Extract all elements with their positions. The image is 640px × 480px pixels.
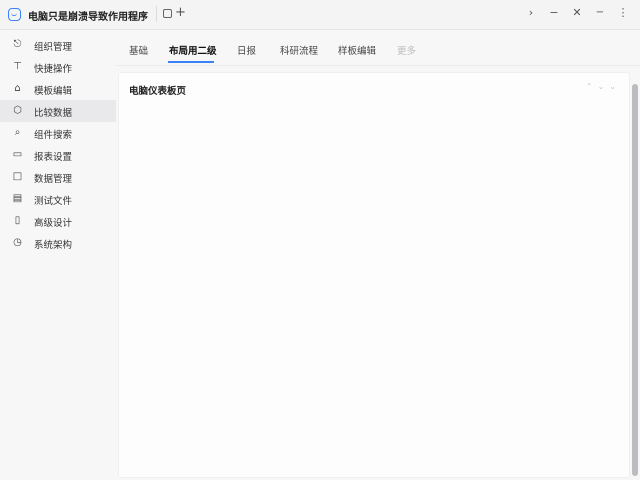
- active-tab-indicator: [168, 61, 214, 63]
- sidebar-item-8[interactable]: ▯ 高级设计: [0, 210, 116, 232]
- sidebar-item-label: 报表设置: [34, 152, 73, 163]
- sidebar-item-label: 快捷操作: [34, 64, 73, 75]
- clock-icon: ◷: [13, 237, 22, 248]
- sidebar-item-1[interactable]: ⊤ 快捷操作: [0, 56, 116, 78]
- minimize-button[interactable]: −: [592, 7, 608, 18]
- brain-icon: ⎋: [13, 39, 22, 50]
- panel-controls[interactable]: ⌃⌄⌄: [586, 82, 621, 91]
- close-icon[interactable]: ✕: [569, 6, 585, 19]
- pin-icon: ⊤: [13, 61, 22, 72]
- tab-1[interactable]: 布局用二级: [169, 43, 217, 57]
- scrollbar[interactable]: [632, 84, 638, 476]
- sidebar-item-label: 测试文件: [34, 196, 73, 207]
- cube-icon: ⬡: [13, 105, 22, 116]
- content-panel: 电脑仪表板页 ⌃⌄⌄: [118, 72, 630, 478]
- tab-3[interactable]: 科研流程: [280, 43, 318, 57]
- tab-5[interactable]: 更多: [397, 43, 416, 57]
- sidebar-item-0[interactable]: ⎋ 组织管理: [0, 34, 116, 56]
- new-tab-icon[interactable]: [163, 9, 172, 18]
- sidebar-item-label: 高级设计: [34, 218, 73, 229]
- sidebar-item-4[interactable]: ⌕ 组件搜索: [0, 122, 116, 144]
- sidebar-item-2[interactable]: ⌂ 模板编辑: [0, 78, 116, 100]
- panel-title: 电脑仪表板页: [129, 86, 187, 97]
- tab-4[interactable]: 样板编辑: [338, 43, 376, 57]
- image-icon: ▭: [12, 149, 23, 160]
- sidebar-item-5[interactable]: ▭ 报表设置: [0, 144, 116, 166]
- grad-cap-icon: ⌂: [14, 83, 21, 94]
- sidebar-item-label: 数据管理: [34, 174, 73, 185]
- more-options-icon[interactable]: ⋮: [615, 6, 631, 19]
- sidebar-item-3[interactable]: ⬡ 比较数据: [0, 100, 116, 122]
- sidebar-item-label: 组件搜索: [34, 130, 73, 141]
- tab-0[interactable]: 基础: [129, 43, 148, 57]
- minimize-icon[interactable]: −: [546, 6, 562, 19]
- sidebar: ⎋ 组织管理 ⊤ 快捷操作 ⌂ 模板编辑 ⬡ 比较数据 ⌕ 组件搜索 ▭ 报表设…: [0, 30, 116, 480]
- chevron-right-icon[interactable]: ›: [523, 6, 539, 19]
- title-bar: 电脑只是崩溃导致作用程序 + › − ✕ − ⋮: [0, 0, 640, 30]
- tablet-icon: ▯: [14, 215, 21, 226]
- file-icon: ▤: [12, 193, 23, 204]
- sidebar-item-label: 系统架构: [34, 240, 73, 251]
- sidebar-item-label: 比较数据: [34, 108, 73, 119]
- sidebar-item-9[interactable]: ◷ 系统架构: [0, 232, 116, 254]
- sidebar-item-7[interactable]: ▤ 测试文件: [0, 188, 116, 210]
- tab-divider: [156, 6, 157, 22]
- plus-icon[interactable]: +: [175, 5, 186, 20]
- sidebar-item-label: 组织管理: [34, 42, 73, 53]
- sidebar-item-6[interactable]: □ 数据管理: [0, 166, 116, 188]
- window-title: 电脑只是崩溃导致作用程序: [28, 12, 148, 23]
- sidebar-item-label: 模板编辑: [34, 86, 73, 97]
- search-doc-icon: ⌕: [14, 127, 21, 138]
- box-icon: □: [12, 171, 23, 182]
- tab-2[interactable]: 日报: [237, 43, 256, 57]
- app-logo-icon: [8, 8, 21, 21]
